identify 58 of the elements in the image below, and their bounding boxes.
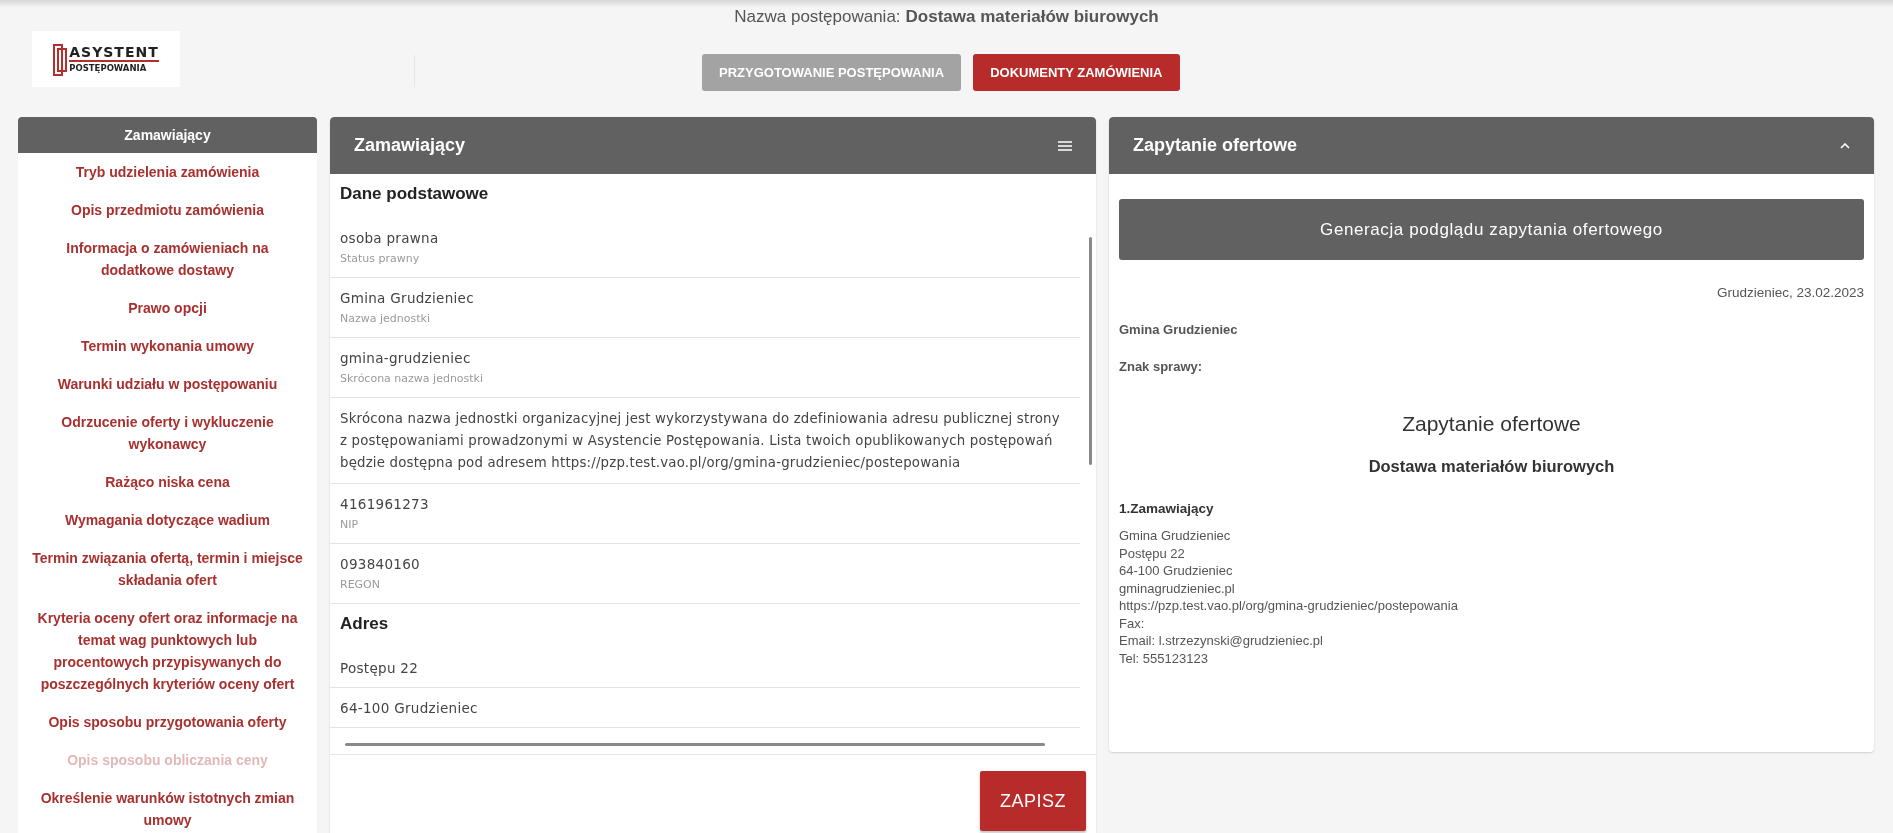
logo[interactable]: ASYSTENT POSTĘPOWANIA bbox=[32, 31, 180, 87]
horizontal-scrollbar[interactable] bbox=[345, 743, 1045, 746]
sidebar-item[interactable]: Prawo opcji bbox=[18, 289, 317, 327]
sidebar-item[interactable]: Termin wykonania umowy bbox=[18, 327, 317, 365]
document-title: Zapytanie ofertowe bbox=[1401, 412, 1582, 436]
save-button[interactable]: ZAPISZ bbox=[980, 771, 1086, 831]
contact-line: Tel: 555123123 bbox=[1119, 649, 1209, 667]
case-reference-label: Znak sprawy: bbox=[1119, 359, 1204, 374]
sidebar-item[interactable]: Warunki udziału w postępowaniu bbox=[18, 365, 317, 403]
logo-mark-icon bbox=[53, 42, 68, 76]
section-heading: Dane podstawowe bbox=[339, 183, 490, 205]
field-value: 4161961273 bbox=[340, 495, 430, 514]
sidebar-item[interactable]: Opis przedmiotu zamówienia bbox=[18, 191, 317, 229]
logo-subtext: POSTĘPOWANIA bbox=[69, 62, 148, 73]
contact-line: gminagrudzieniec.pl bbox=[1119, 579, 1236, 597]
document-date: Grudzieniec, 23.02.2023 bbox=[1715, 285, 1864, 300]
field-label: Status prawny bbox=[340, 251, 421, 267]
contact-line: https://pzp.test.vao.pl/org/gmina-grudzieniec/postepowania bbox=[1119, 597, 1459, 615]
field-value: Gmina Grudzieniec bbox=[340, 289, 475, 308]
procedure-label: Nazwa postępowania: bbox=[734, 7, 901, 26]
field-label: REGON bbox=[340, 577, 381, 593]
sidebar-item[interactable]: Określenie warunków istotnych zmian umowy bbox=[18, 779, 317, 833]
sidebar-item[interactable]: Opis sposobu przygotowania oferty bbox=[18, 703, 317, 741]
nav-button[interactable]: DOKUMENTY ZAMÓWIENIA bbox=[973, 53, 1180, 91]
sidebar-item[interactable]: Odrzucenie oferty i wykluczenie wykonawcy bbox=[18, 403, 317, 463]
sidebar-item[interactable]: Tryb udzielenia zamówienia bbox=[18, 153, 317, 191]
section-heading: 1.Zamawiający bbox=[1119, 501, 1215, 516]
recipient-name: Gmina Grudzieniec bbox=[1119, 322, 1239, 337]
menu-icon[interactable] bbox=[1058, 140, 1072, 151]
contact-line: Gmina Grudzieniec bbox=[1119, 527, 1232, 545]
panel-title: Zamawiający bbox=[354, 135, 466, 156]
logo-text: ASYSTENT bbox=[69, 45, 159, 63]
document-subtitle: Dostawa materiałów biurowych bbox=[1367, 457, 1616, 476]
sidebar-item[interactable]: Wymagania dotyczące wadium bbox=[18, 501, 317, 539]
sidebar-item[interactable]: Zamawiający bbox=[18, 117, 317, 153]
field-value: 64-100 Grudzieniec bbox=[340, 699, 479, 718]
field-label: NIP bbox=[340, 517, 360, 533]
field-value: osoba prawna bbox=[340, 229, 440, 248]
section-heading: Adres bbox=[339, 613, 390, 635]
contact-line: 64-100 Grudzieniec bbox=[1119, 562, 1234, 580]
sidebar-item[interactable]: Rażąco niska cena bbox=[18, 463, 317, 501]
generate-preview-button[interactable]: Generacja podglądu zapytania ofertowego bbox=[1119, 199, 1864, 260]
sidebar-item[interactable]: Informacja o zamówieniach na dodatkowe dostawy bbox=[18, 229, 317, 289]
contact-line: Postępu 22 bbox=[1119, 544, 1186, 562]
chevron-icon[interactable] bbox=[1840, 142, 1850, 149]
contact-line: Fax: bbox=[1119, 614, 1146, 632]
field-value: gmina-grudzieniec bbox=[340, 349, 472, 368]
contact-line: Email: l.strzezynski@grudzieniec.pl bbox=[1119, 632, 1324, 650]
sidebar-item[interactable]: Termin związania ofertą, termin i miejsce składania ofert bbox=[18, 539, 317, 599]
field-value: 093840160 bbox=[340, 555, 421, 574]
info-text: Skrócona nazwa jednostki organizacyjnej jest wykorzystywana do zdefiniowania adresu publicznej strony z postępowaniami prowadzonymi w Asystencie Postępowania. Lista twoich opublikowanych postępowań będzie dostępna pod adresem https://pzp.test.vao.pl/org/gmina-grudzieniec/postepowania bbox=[340, 410, 1061, 472]
sidebar-item[interactable]: Kryteria oceny ofert oraz informacje na temat wag punktowych lub procentowych przypisywanych do poszczególnych kryteriów oceny ofert bbox=[18, 599, 317, 703]
procedure-name: Dostawa materiałów biurowych bbox=[905, 7, 1159, 26]
field-label: Skrócona nazwa jednostki bbox=[340, 371, 485, 387]
panel-title: Zapytanie ofertowe bbox=[1133, 135, 1298, 156]
vertical-scrollbar[interactable] bbox=[1089, 237, 1092, 465]
field-label: Nazwa jednostki bbox=[340, 311, 431, 327]
field-value: Postępu 22 bbox=[340, 659, 420, 678]
